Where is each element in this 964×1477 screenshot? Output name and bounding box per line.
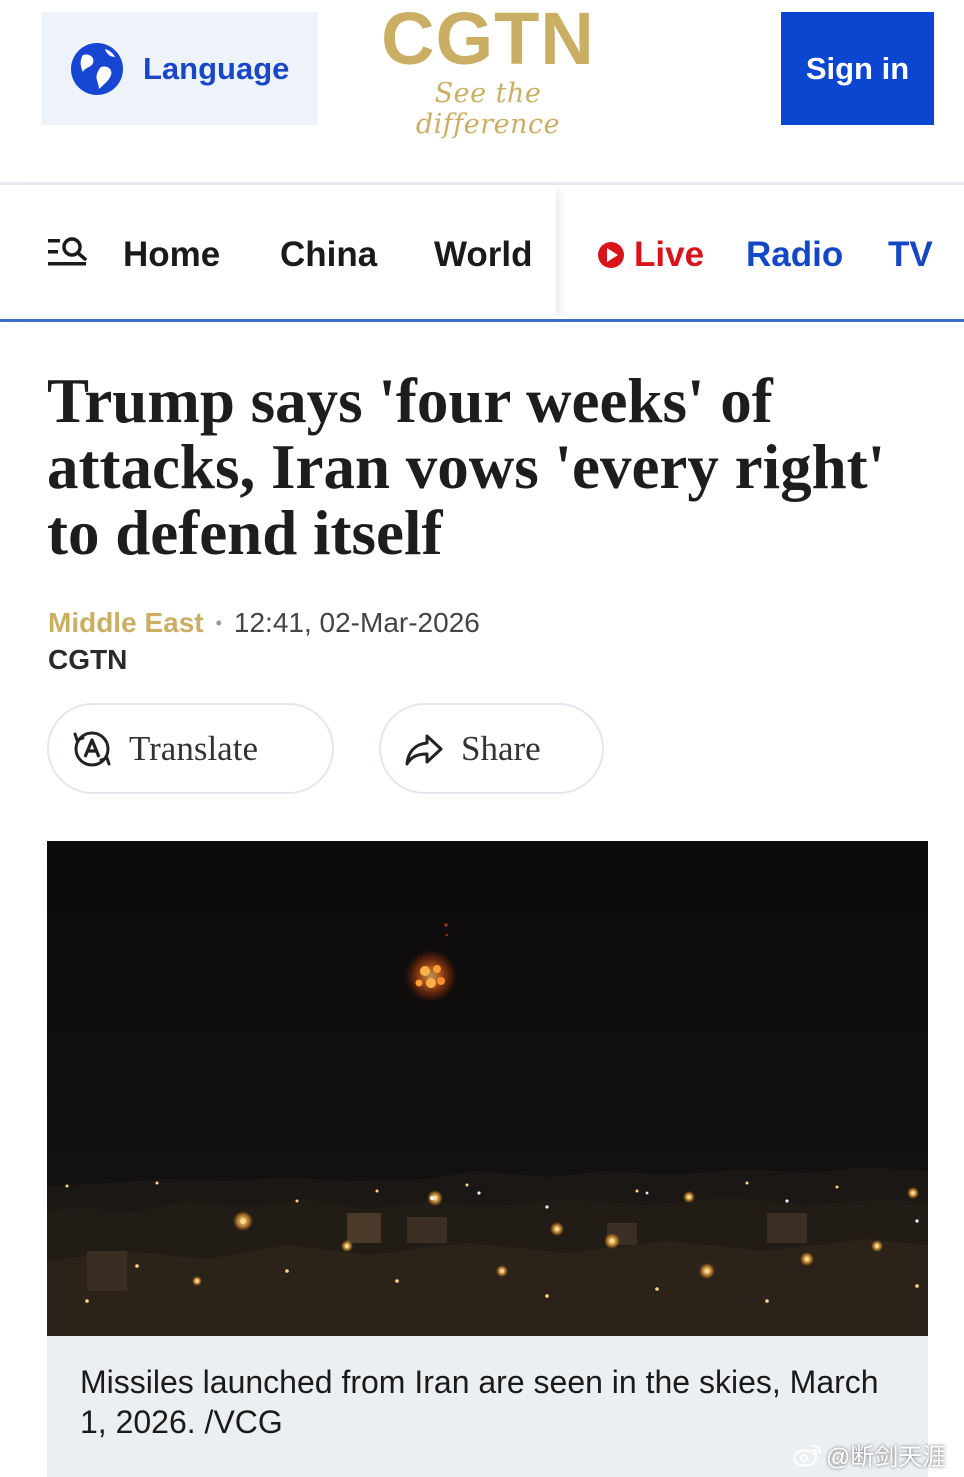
globe-icon	[71, 42, 123, 95]
weibo-watermark: @断剑天涯	[792, 1437, 946, 1472]
meta-separator: •	[215, 613, 222, 633]
nav-primary-group: Home China World	[0, 185, 556, 321]
nav-home[interactable]: Home	[123, 233, 220, 277]
article-photo	[47, 841, 928, 1336]
main-nav: Home China World Live Radio TV	[0, 185, 964, 321]
nav-tv[interactable]: TV	[888, 233, 933, 277]
language-button[interactable]: Language	[41, 12, 318, 125]
nav-divider	[0, 319, 964, 322]
share-arrow-icon	[405, 734, 443, 765]
language-label: Language	[143, 50, 290, 86]
sign-in-button[interactable]: Sign in	[781, 12, 934, 125]
weibo-icon	[793, 1444, 821, 1466]
translate-icon	[73, 731, 111, 766]
logo-wordmark: CGTN	[381, 0, 595, 80]
cgtn-logo[interactable]: CGTN See the difference	[372, 0, 604, 141]
menu-search-icon[interactable]	[46, 235, 90, 269]
night-sky-missiles-image	[47, 841, 928, 1336]
section-link[interactable]: Middle East	[48, 606, 204, 640]
live-dot-icon	[598, 242, 624, 268]
top-bar: Language CGTN See the difference Sign in	[0, 0, 964, 184]
publish-timestamp: 12:41, 02-Mar-2026	[233, 607, 480, 638]
nav-radio[interactable]: Radio	[746, 233, 843, 277]
nav-china[interactable]: China	[280, 233, 377, 277]
logo-tagline: See the difference	[415, 78, 561, 140]
nav-live-label: Live	[634, 235, 705, 274]
article-meta: Middle East • 12:41, 02-Mar-2026	[48, 606, 480, 640]
article-headline: Trump says 'four weeks' of attacks, Iran…	[47, 366, 886, 568]
article-source: CGTN	[48, 644, 128, 675]
share-label: Share	[461, 728, 541, 768]
nav-world[interactable]: World	[434, 233, 533, 277]
translate-label: Translate	[129, 728, 258, 768]
nav-live[interactable]: Live	[596, 233, 704, 277]
share-button[interactable]: Share	[379, 703, 604, 794]
watermark-text: @断剑天涯	[826, 1444, 947, 1471]
translate-button[interactable]: Translate	[47, 703, 334, 794]
